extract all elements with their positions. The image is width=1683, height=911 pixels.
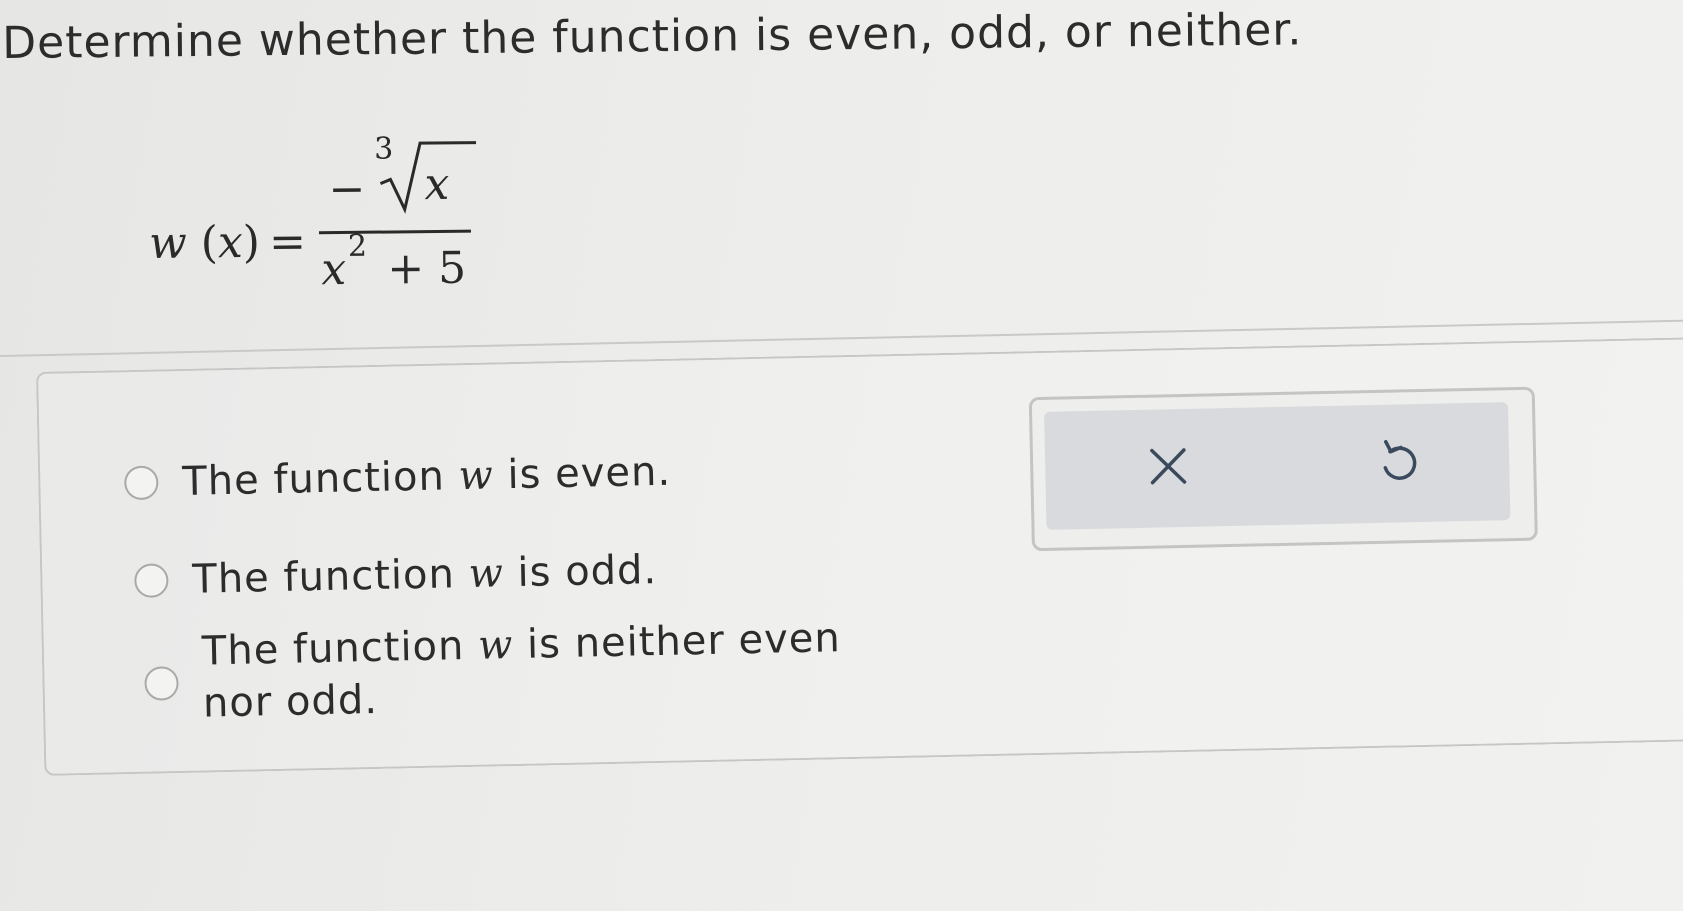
fraction-bar: [318, 229, 471, 235]
answer-panel: The function w is even. The function w i…: [36, 337, 1683, 776]
fraction-denominator: x2 + 5: [321, 229, 467, 296]
option-neither[interactable]: The function w is neither even nor odd.: [143, 611, 903, 731]
denominator-base: x: [321, 243, 347, 296]
radio-neither[interactable]: [144, 666, 179, 701]
question-prompt: Determine whether the function is even, …: [2, 4, 1303, 69]
function-name: w: [148, 217, 188, 269]
close-icon: [1150, 448, 1187, 485]
close-paren: ): [242, 216, 261, 269]
option-neither-label: The function w is neither even nor odd.: [201, 615, 842, 727]
numerator-sign: −: [328, 163, 366, 216]
option-even[interactable]: The function w is even.: [123, 448, 672, 506]
clear-button[interactable]: [1132, 431, 1203, 502]
radio-even[interactable]: [123, 465, 159, 501]
option-odd[interactable]: The function w is odd.: [134, 547, 658, 604]
denominator-plus: +: [387, 243, 425, 295]
answer-toolbar: [1028, 386, 1538, 552]
open-paren: (: [200, 217, 219, 269]
option-even-label: The function w is even.: [181, 448, 672, 505]
toolbar-inner: [1044, 402, 1511, 530]
undo-button[interactable]: [1362, 426, 1433, 497]
fraction-numerator: − 3 x: [328, 131, 479, 219]
denominator-exponent: 2: [347, 228, 368, 264]
function-variable: x: [217, 217, 244, 269]
function-label: w (x): [149, 217, 260, 269]
radicand: x: [424, 158, 450, 211]
undo-icon: [1383, 439, 1417, 480]
equals-sign: =: [268, 216, 307, 268]
denominator-constant: 5: [437, 242, 467, 294]
radio-odd[interactable]: [134, 563, 169, 598]
option-odd-label: The function w is odd.: [191, 547, 658, 603]
